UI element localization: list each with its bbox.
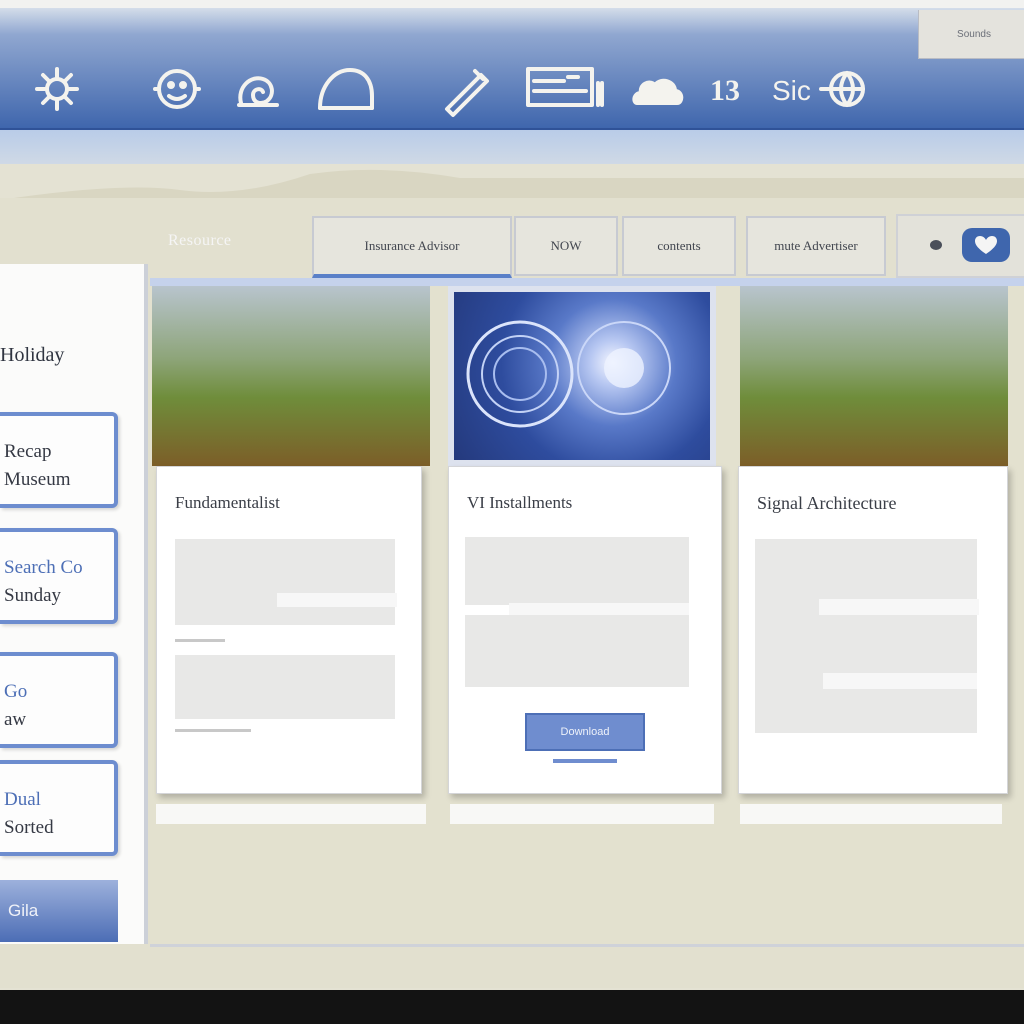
card-divider <box>175 639 225 642</box>
card-footer-strip <box>450 804 714 824</box>
sidebar-item-label: Recap <box>4 441 52 462</box>
tab-underline <box>150 278 1024 286</box>
globe-icon <box>818 64 875 119</box>
sidebar-item-sublabel: aw <box>4 709 27 730</box>
card-text-block <box>465 615 689 687</box>
toolbar-number-label: 13 <box>710 74 740 107</box>
cloud-icon <box>629 69 685 114</box>
user-icon <box>149 62 205 121</box>
card-title: VI Installments <box>467 493 573 512</box>
main-toolbar: 13 Sic <box>0 8 1024 130</box>
content-card[interactable]: VI Installments Download <box>448 466 722 794</box>
sidebar-item-recap[interactable]: Recap Museum <box>0 412 118 508</box>
toolbar-number-button[interactable]: 13 <box>696 60 754 122</box>
card-text-block <box>755 539 977 733</box>
card-highlight <box>277 593 397 607</box>
settings-icon <box>30 62 84 121</box>
corner-label: Sounds <box>957 28 991 40</box>
card-hero-image <box>152 286 430 466</box>
tab-mute-advertiser[interactable]: mute Advertiser <box>746 216 886 276</box>
tab-now[interactable]: NOW <box>514 216 618 276</box>
tab-insurance-advisor[interactable]: Insurance Advisor <box>312 216 512 278</box>
download-button[interactable]: Download <box>525 713 645 751</box>
sidebar-item-sublabel: Sunday <box>4 585 61 606</box>
tabbar-label: Resource <box>168 232 232 249</box>
card-divider <box>175 729 251 732</box>
pen-icon <box>435 59 495 124</box>
heart-icon[interactable] <box>962 228 1010 262</box>
card-text-block <box>465 537 689 605</box>
toolbar-pen-button[interactable] <box>432 60 498 122</box>
card-hero-image <box>740 286 1008 466</box>
button-underline <box>553 759 617 763</box>
card-title: Fundamentalist <box>175 493 280 512</box>
sidebar-item-label: Go <box>4 681 28 702</box>
planet-illustration <box>466 320 671 428</box>
tab-label: NOW <box>550 238 582 253</box>
sidebar-item-search[interactable]: Search Co Sunday <box>0 528 118 624</box>
card-footer-strip <box>156 804 426 824</box>
sidebar-item-sublabel: Sorted <box>4 817 54 838</box>
content-card[interactable]: Fundamentalist <box>156 466 422 794</box>
tab-bar: Resource Insurance Advisor NOW contents … <box>150 210 1024 282</box>
card-title: Signal Architecture <box>757 493 897 513</box>
tab-label: mute Advertiser <box>774 238 858 253</box>
toolbar-settings-button[interactable] <box>26 60 88 122</box>
download-button-label: Download <box>560 726 610 738</box>
toolbar-snail-button[interactable] <box>226 60 288 122</box>
content-card[interactable]: Signal Architecture <box>738 466 1008 794</box>
tab-label: contents <box>657 238 701 253</box>
sidebar-item-label: Search Co <box>4 557 83 578</box>
sidebar-item-sublabel: Museum <box>4 469 71 490</box>
card-footer-strip <box>740 804 1002 824</box>
corner-panel[interactable]: Sounds <box>918 10 1024 59</box>
toolbar-printer-button[interactable] <box>520 60 612 122</box>
snail-icon <box>231 63 283 120</box>
toolbar-user-button[interactable] <box>146 60 208 122</box>
toolbar-sic-label: Sic <box>772 75 811 106</box>
screen-bottom-bezel <box>0 990 1024 1024</box>
sidebar-footer-button[interactable]: Gila <box>0 880 118 942</box>
printer-icon <box>522 63 610 120</box>
card-highlight <box>823 673 977 689</box>
card-highlight <box>819 599 979 615</box>
helmet-icon <box>314 60 378 123</box>
tab-actions <box>896 214 1024 278</box>
toolbar-cloud-button[interactable] <box>628 60 686 122</box>
tab-label: Insurance Advisor <box>364 238 460 253</box>
sidebar-title: Holiday <box>0 344 65 366</box>
card-text-block <box>175 539 395 625</box>
tab-contents[interactable]: contents <box>622 216 736 276</box>
header-band <box>0 130 1024 164</box>
toolbar-sic-button[interactable]: Sic <box>772 60 904 122</box>
sidebar-footer-label: Gila <box>8 901 39 920</box>
card-text-block <box>175 655 395 719</box>
window-top-edge <box>0 0 1024 8</box>
sidebar-item-label: Dual <box>4 789 41 810</box>
content-panel: Fundamentalist VI Installments Download … <box>150 286 1024 947</box>
dot-icon[interactable] <box>930 240 942 250</box>
sidebar: Holiday Recap Museum Search Co Sunday Go… <box>0 264 148 944</box>
card-hero-image <box>448 286 716 466</box>
toolbar-helmet-button[interactable] <box>312 60 380 122</box>
sidebar-item-dual[interactable]: Dual Sorted <box>0 760 118 856</box>
sidebar-item-go[interactable]: Go aw <box>0 652 118 748</box>
